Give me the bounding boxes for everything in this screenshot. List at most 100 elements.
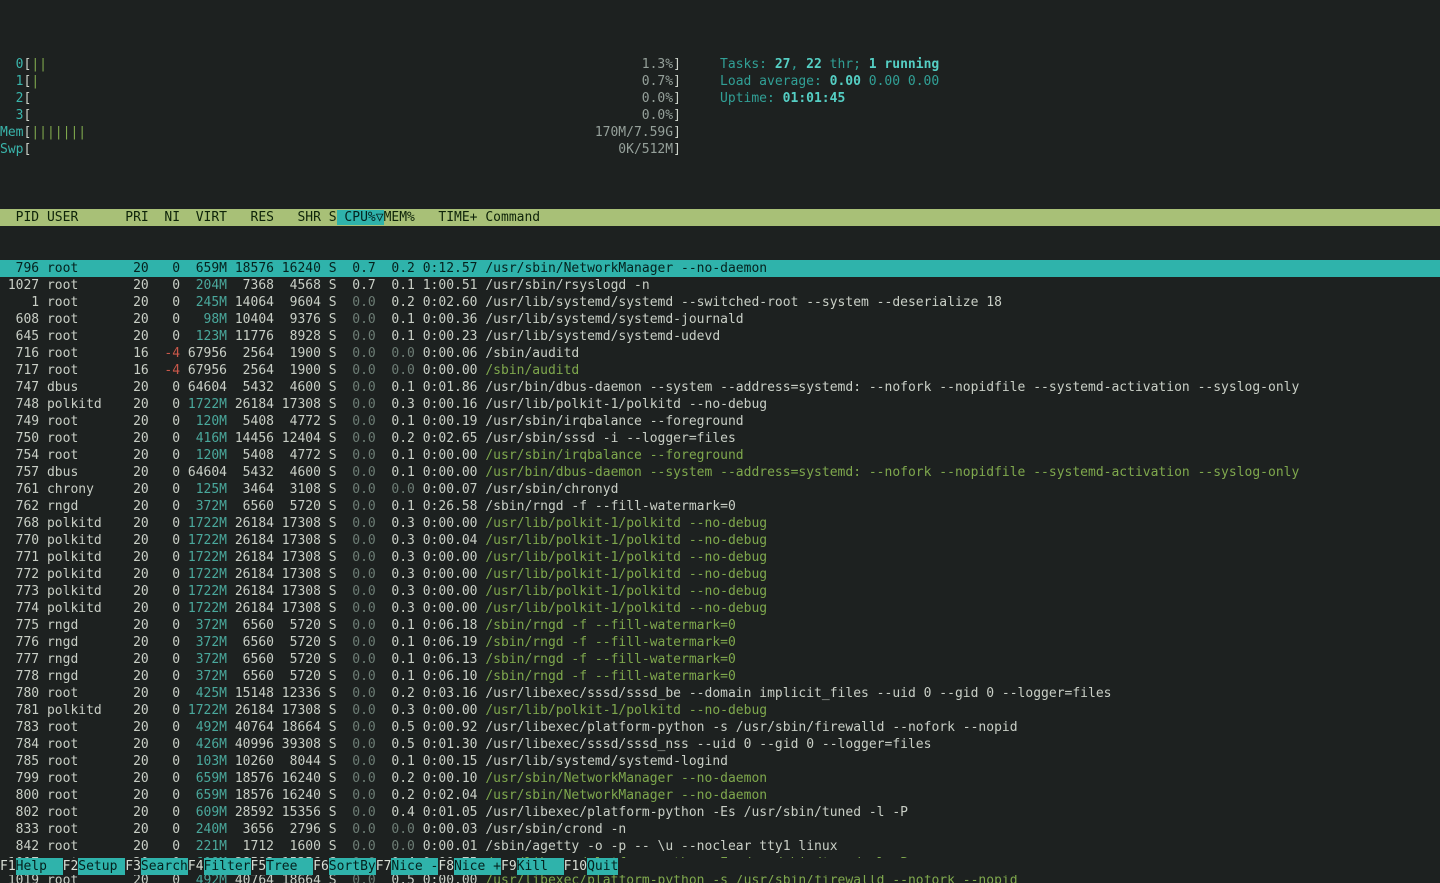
- cell-command: /usr/lib/systemd/systemd-udevd: [478, 329, 721, 344]
- cell-res: 26184: [227, 516, 274, 531]
- cell-pid: 783: [0, 720, 39, 735]
- column-header-pid[interactable]: PID: [0, 210, 39, 225]
- fnkey-f3-search[interactable]: F3Search: [125, 858, 188, 875]
- process-row-781[interactable]: 781 polkitd 20 0 1722M 26184 17308 S 0.0…: [0, 702, 1440, 719]
- column-header-virt[interactable]: VIRT: [180, 210, 227, 225]
- process-table-header: PID USER PRI NI VIRT RES SHR S CPU%▽MEM%…: [0, 209, 1440, 226]
- cell-ni: 0: [149, 295, 180, 310]
- process-row-772[interactable]: 772 polkitd 20 0 1722M 26184 17308 S 0.0…: [0, 566, 1440, 583]
- cell-time: 0:06.13: [415, 652, 478, 667]
- cell-pid: 747: [0, 380, 39, 395]
- fnkey-f10-quit[interactable]: F10Quit: [564, 858, 619, 875]
- cell-time: 0:00.04: [415, 533, 478, 548]
- cell-command: /usr/lib/systemd/systemd --switched-root…: [478, 295, 1002, 310]
- fnkey-f5-tree[interactable]: F5Tree: [251, 858, 314, 875]
- column-header-time[interactable]: TIME+: [415, 210, 478, 225]
- process-row-776[interactable]: 776 rngd 20 0 372M 6560 5720 S 0.0 0.1 0…: [0, 634, 1440, 651]
- fnkey-f1-help[interactable]: F1Help: [0, 858, 63, 875]
- process-row-802[interactable]: 802 root 20 0 609M 28592 15356 S 0.0 0.4…: [0, 804, 1440, 821]
- process-row-784[interactable]: 784 root 20 0 426M 40996 39308 S 0.0 0.5…: [0, 736, 1440, 753]
- column-header-mem[interactable]: MEM%: [384, 210, 415, 225]
- column-header-pri[interactable]: PRI: [117, 210, 148, 225]
- process-row-778[interactable]: 778 rngd 20 0 372M 6560 5720 S 0.0 0.1 0…: [0, 668, 1440, 685]
- process-row-757[interactable]: 757 dbus 20 0 64604 5432 4600 S 0.0 0.1 …: [0, 464, 1440, 481]
- process-row-748[interactable]: 748 polkitd 20 0 1722M 26184 17308 S 0.0…: [0, 396, 1440, 413]
- cpu0-meter-bar-area: ||1.3%: [31, 56, 673, 73]
- fnkey-f9-kill[interactable]: F9Kill: [501, 858, 564, 875]
- process-row-799[interactable]: 799 root 20 0 659M 18576 16240 S 0.0 0.2…: [0, 770, 1440, 787]
- process-row-645[interactable]: 645 root 20 0 123M 11776 8928 S 0.0 0.1 …: [0, 328, 1440, 345]
- process-row-749[interactable]: 749 root 20 0 120M 5408 4772 S 0.0 0.1 0…: [0, 413, 1440, 430]
- cell-shr: 17308: [274, 567, 321, 582]
- fnkey-f6-sortby[interactable]: F6SortBy: [313, 858, 376, 875]
- process-row-777[interactable]: 777 rngd 20 0 372M 6560 5720 S 0.0 0.1 0…: [0, 651, 1440, 668]
- cpu3-meter: 3[0.0%]: [0, 107, 681, 124]
- cell-pid: 785: [0, 754, 39, 769]
- process-row-747[interactable]: 747 dbus 20 0 64604 5432 4600 S 0.0 0.1 …: [0, 379, 1440, 396]
- process-row-608[interactable]: 608 root 20 0 98M 10404 9376 S 0.0 0.1 0…: [0, 311, 1440, 328]
- cell-cpu: 0.0: [337, 431, 376, 446]
- cell-shr: 5720: [274, 499, 321, 514]
- cell-s: S: [321, 754, 337, 769]
- process-row-771[interactable]: 771 polkitd 20 0 1722M 26184 17308 S 0.0…: [0, 549, 1440, 566]
- cell-shr: 4600: [274, 380, 321, 395]
- column-header-ni[interactable]: NI: [149, 210, 180, 225]
- column-header-s[interactable]: S: [321, 210, 337, 225]
- cell-virt: 120M: [180, 414, 227, 429]
- cell-shr: 1900: [274, 346, 321, 361]
- fnkey-f7-nice[interactable]: F7Nice -: [376, 858, 439, 875]
- process-row-774[interactable]: 774 polkitd 20 0 1722M 26184 17308 S 0.0…: [0, 600, 1440, 617]
- process-row-783[interactable]: 783 root 20 0 492M 40764 18664 S 0.0 0.5…: [0, 719, 1440, 736]
- cell-res: 26184: [227, 533, 274, 548]
- fnkey-f4-filter[interactable]: F4Filter: [188, 858, 251, 875]
- process-row-842[interactable]: 842 root 20 0 221M 1712 1600 S 0.0 0.0 0…: [0, 838, 1440, 855]
- cell-pri: 20: [117, 465, 148, 480]
- f9-action-label: Kill: [517, 858, 564, 875]
- cell-pid: 833: [0, 822, 39, 837]
- cell-pri: 20: [117, 839, 148, 854]
- process-row-780[interactable]: 780 root 20 0 425M 15148 12336 S 0.0 0.2…: [0, 685, 1440, 702]
- cell-pri: 16: [117, 346, 148, 361]
- cell-mem: 0.5: [376, 737, 415, 752]
- cell-ni: 0: [149, 397, 180, 412]
- process-row-773[interactable]: 773 polkitd 20 0 1722M 26184 17308 S 0.0…: [0, 583, 1440, 600]
- column-header-shr[interactable]: SHR: [274, 210, 321, 225]
- column-header-command[interactable]: Command: [478, 210, 541, 225]
- process-row-761[interactable]: 761 chrony 20 0 125M 3464 3108 S 0.0 0.0…: [0, 481, 1440, 498]
- process-row-762[interactable]: 762 rngd 20 0 372M 6560 5720 S 0.0 0.1 0…: [0, 498, 1440, 515]
- process-row-754[interactable]: 754 root 20 0 120M 5408 4772 S 0.0 0.1 0…: [0, 447, 1440, 464]
- cell-ni: 0: [149, 499, 180, 514]
- cell-pri: 20: [117, 448, 148, 463]
- cell-mem: 0.1: [376, 278, 415, 293]
- process-row-833[interactable]: 833 root 20 0 240M 3656 2796 S 0.0 0.0 0…: [0, 821, 1440, 838]
- column-header-cpu[interactable]: CPU%▽: [337, 210, 384, 225]
- fnkey-f2-setup[interactable]: F2Setup: [63, 858, 126, 875]
- cell-command: /usr/sbin/irqbalance --foreground: [478, 414, 744, 429]
- process-row-768[interactable]: 768 polkitd 20 0 1722M 26184 17308 S 0.0…: [0, 515, 1440, 532]
- cell-s: S: [321, 737, 337, 752]
- process-row-717[interactable]: 717 root 16 -4 67956 2564 1900 S 0.0 0.0…: [0, 362, 1440, 379]
- fnkey-f8-nice[interactable]: F8Nice +: [438, 858, 501, 875]
- cell-command: /usr/lib/polkit-1/polkitd --no-debug: [478, 533, 768, 548]
- cell-mem: 0.1: [376, 329, 415, 344]
- cell-virt: 64604: [180, 465, 227, 480]
- f9-key-label: F9: [501, 858, 517, 875]
- cell-s: S: [321, 465, 337, 480]
- cell-mem: 0.3: [376, 584, 415, 599]
- process-row-800[interactable]: 800 root 20 0 659M 18576 16240 S 0.0 0.2…: [0, 787, 1440, 804]
- process-row-796[interactable]: 796 root 20 0 659M 18576 16240 S 0.7 0.2…: [0, 260, 1440, 277]
- process-row-775[interactable]: 775 rngd 20 0 372M 6560 5720 S 0.0 0.1 0…: [0, 617, 1440, 634]
- process-row-750[interactable]: 750 root 20 0 416M 14456 12404 S 0.0 0.2…: [0, 430, 1440, 447]
- cell-shr: 15356: [274, 805, 321, 820]
- process-row-1027[interactable]: 1027 root 20 0 204M 7368 4568 S 0.7 0.1 …: [0, 277, 1440, 294]
- cell-res: 5408: [227, 448, 274, 463]
- column-header-user[interactable]: USER: [39, 210, 117, 225]
- process-row-1[interactable]: 1 root 20 0 245M 14064 9604 S 0.0 0.2 0:…: [0, 294, 1440, 311]
- column-header-res[interactable]: RES: [227, 210, 274, 225]
- process-row-785[interactable]: 785 root 20 0 103M 10260 8044 S 0.0 0.1 …: [0, 753, 1440, 770]
- cell-mem: 0.1: [376, 754, 415, 769]
- process-row-716[interactable]: 716 root 16 -4 67956 2564 1900 S 0.0 0.0…: [0, 345, 1440, 362]
- process-row-770[interactable]: 770 polkitd 20 0 1722M 26184 17308 S 0.0…: [0, 532, 1440, 549]
- cpu3-meter-close-bracket: ]: [673, 107, 681, 124]
- cell-s: S: [321, 839, 337, 854]
